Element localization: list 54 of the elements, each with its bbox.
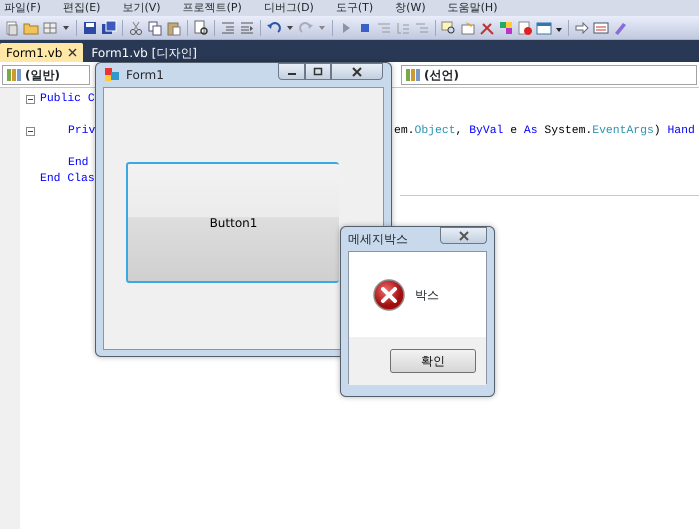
editor-tab[interactable]: Form1.vb [0, 43, 84, 62]
close-button[interactable] [331, 63, 383, 80]
maximize-button[interactable] [305, 63, 331, 80]
indent-icon[interactable] [220, 20, 236, 36]
undo-icon[interactable] [266, 20, 282, 36]
cut-icon[interactable] [128, 20, 144, 36]
code-text: Priv [68, 125, 96, 137]
books-icon [6, 67, 22, 83]
menu-item[interactable]: 보기(V) [122, 0, 161, 16]
window-title: 메세지박스 [348, 231, 408, 248]
menu-item[interactable]: 프로젝트(P) [182, 0, 242, 16]
menu-item[interactable]: 파일(F) [4, 0, 41, 16]
code-text: End Clas [40, 173, 95, 185]
books-icon [405, 67, 421, 83]
grid-icon[interactable] [42, 20, 58, 36]
menu-item[interactable]: 디버그(D) [264, 0, 314, 16]
error-icon [373, 278, 405, 310]
collapse-icon[interactable] [26, 126, 35, 136]
outdent-icon[interactable] [239, 20, 255, 36]
window-title: Form1 [126, 67, 164, 84]
search-icon[interactable] [441, 20, 457, 36]
new-item-icon[interactable] [4, 20, 20, 36]
dialog-message: 박스 [415, 286, 439, 304]
code-text: Public C [40, 93, 95, 105]
collapse-icon[interactable] [26, 94, 35, 104]
properties-icon[interactable] [460, 20, 476, 36]
window-icon[interactable] [536, 20, 552, 36]
menu-item[interactable]: 창(W) [395, 0, 426, 16]
code-text: End [68, 157, 90, 169]
list-window-icon[interactable] [593, 20, 609, 36]
save-icon[interactable] [82, 20, 98, 36]
menu-item[interactable]: 도구(T) [336, 0, 374, 16]
member-dropdown[interactable]: (선언) [401, 65, 697, 85]
class-view-icon[interactable] [498, 20, 514, 36]
save-all-icon[interactable] [101, 20, 117, 36]
minimize-button[interactable] [278, 63, 305, 80]
form-button[interactable]: Button1 [126, 162, 339, 283]
menu-item[interactable]: 편집(E) [62, 0, 100, 16]
close-icon[interactable] [68, 48, 78, 57]
ok-button[interactable]: 확인 [390, 349, 476, 373]
code-text: em.Object, ByVal e As System.EventArgs) Hand [394, 124, 695, 139]
editor-tab[interactable]: Form1.vb [디자인] [85, 43, 203, 62]
close-icon[interactable] [351, 66, 363, 76]
copy-icon[interactable] [147, 20, 163, 36]
maximize-icon[interactable] [313, 67, 323, 76]
paste-icon[interactable] [166, 20, 182, 36]
class-dropdown[interactable]: (일반) [2, 65, 90, 85]
form-icon [104, 67, 120, 83]
close-icon[interactable] [458, 230, 470, 240]
arrow-right-icon[interactable] [574, 20, 590, 36]
close-button[interactable] [440, 227, 487, 244]
clipboard-error-icon[interactable] [517, 20, 533, 36]
menu-item[interactable]: 도움말(H) [448, 0, 498, 16]
find-icon[interactable] [193, 20, 209, 36]
